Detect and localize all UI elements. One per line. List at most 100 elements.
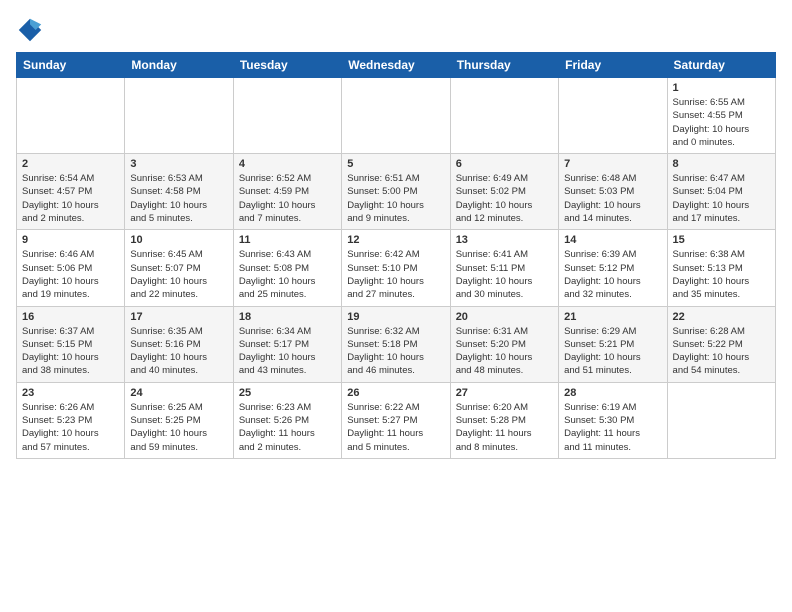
day-number: 28 [564,387,661,399]
calendar-week-row: 16 Sunrise: 6:37 AM Sunset: 5:15 PM Dayli… [17,306,776,382]
day-number: 25 [239,387,336,399]
calendar-table: SundayMondayTuesdayWednesdayThursdayFrid… [16,52,776,459]
calendar-cell: 10 Sunrise: 6:45 AM Sunset: 5:07 PM Dayli… [125,230,233,306]
calendar-cell [125,78,233,154]
day-info: Sunrise: 6:54 AM Sunset: 4:57 PM Dayligh… [22,172,119,225]
day-info: Sunrise: 6:43 AM Sunset: 5:08 PM Dayligh… [239,248,336,301]
calendar-cell [233,78,341,154]
day-number: 3 [130,158,227,170]
day-number: 8 [673,158,770,170]
day-info: Sunrise: 6:26 AM Sunset: 5:23 PM Dayligh… [22,401,119,454]
calendar-cell: 17 Sunrise: 6:35 AM Sunset: 5:16 PM Dayli… [125,306,233,382]
day-info: Sunrise: 6:19 AM Sunset: 5:30 PM Dayligh… [564,401,661,454]
day-number: 2 [22,158,119,170]
day-info: Sunrise: 6:46 AM Sunset: 5:06 PM Dayligh… [22,248,119,301]
logo-icon [16,16,44,44]
calendar-cell: 1Sunrise: 6:55 AM Sunset: 4:55 PM Daylig… [667,78,775,154]
calendar-week-row: 23 Sunrise: 6:26 AM Sunset: 5:23 PM Dayli… [17,382,776,458]
calendar-cell: 28 Sunrise: 6:19 AM Sunset: 5:30 PM Dayli… [559,382,667,458]
day-number: 12 [347,234,444,246]
calendar-cell: 26 Sunrise: 6:22 AM Sunset: 5:27 PM Dayli… [342,382,450,458]
day-number: 20 [456,311,553,323]
calendar-cell: 12 Sunrise: 6:42 AM Sunset: 5:10 PM Dayli… [342,230,450,306]
calendar-cell: 6 Sunrise: 6:49 AM Sunset: 5:02 PM Daylig… [450,154,558,230]
day-number: 24 [130,387,227,399]
calendar-cell: 8 Sunrise: 6:47 AM Sunset: 5:04 PM Daylig… [667,154,775,230]
day-info: Sunrise: 6:28 AM Sunset: 5:22 PM Dayligh… [673,325,770,378]
calendar-cell: 20 Sunrise: 6:31 AM Sunset: 5:20 PM Dayli… [450,306,558,382]
day-number: 14 [564,234,661,246]
day-info: Sunrise: 6:41 AM Sunset: 5:11 PM Dayligh… [456,248,553,301]
day-number: 6 [456,158,553,170]
calendar-cell: 13 Sunrise: 6:41 AM Sunset: 5:11 PM Dayli… [450,230,558,306]
calendar-cell: 2 Sunrise: 6:54 AM Sunset: 4:57 PM Daylig… [17,154,125,230]
day-of-week-header: Thursday [450,53,558,78]
calendar-cell [667,382,775,458]
calendar-week-row: 9 Sunrise: 6:46 AM Sunset: 5:06 PM Daylig… [17,230,776,306]
calendar-cell: 9 Sunrise: 6:46 AM Sunset: 5:06 PM Daylig… [17,230,125,306]
day-number: 23 [22,387,119,399]
day-number: 18 [239,311,336,323]
day-number: 13 [456,234,553,246]
day-info: Sunrise: 6:52 AM Sunset: 4:59 PM Dayligh… [239,172,336,225]
day-info: Sunrise: 6:22 AM Sunset: 5:27 PM Dayligh… [347,401,444,454]
calendar-cell: 15 Sunrise: 6:38 AM Sunset: 5:13 PM Dayli… [667,230,775,306]
day-of-week-header: Wednesday [342,53,450,78]
day-number: 15 [673,234,770,246]
calendar-cell [559,78,667,154]
day-info: Sunrise: 6:38 AM Sunset: 5:13 PM Dayligh… [673,248,770,301]
day-number: 16 [22,311,119,323]
day-info: Sunrise: 6:49 AM Sunset: 5:02 PM Dayligh… [456,172,553,225]
calendar-cell: 25Sunrise: 6:23 AM Sunset: 5:26 PM Dayli… [233,382,341,458]
page-header [16,16,776,44]
calendar-week-row: 1Sunrise: 6:55 AM Sunset: 4:55 PM Daylig… [17,78,776,154]
day-number: 9 [22,234,119,246]
calendar-cell: 21 Sunrise: 6:29 AM Sunset: 5:21 PM Dayli… [559,306,667,382]
day-number: 22 [673,311,770,323]
calendar-cell: 18 Sunrise: 6:34 AM Sunset: 5:17 PM Dayli… [233,306,341,382]
day-number: 27 [456,387,553,399]
calendar-cell: 24Sunrise: 6:25 AM Sunset: 5:25 PM Dayli… [125,382,233,458]
day-number: 10 [130,234,227,246]
day-number: 5 [347,158,444,170]
day-info: Sunrise: 6:20 AM Sunset: 5:28 PM Dayligh… [456,401,553,454]
calendar-cell: 3 Sunrise: 6:53 AM Sunset: 4:58 PM Daylig… [125,154,233,230]
logo [16,16,48,44]
day-number: 11 [239,234,336,246]
calendar-cell [17,78,125,154]
day-number: 4 [239,158,336,170]
calendar-cell: 23 Sunrise: 6:26 AM Sunset: 5:23 PM Dayli… [17,382,125,458]
calendar-cell: 7Sunrise: 6:48 AM Sunset: 5:03 PM Daylig… [559,154,667,230]
day-info: Sunrise: 6:47 AM Sunset: 5:04 PM Dayligh… [673,172,770,225]
calendar-cell: 22 Sunrise: 6:28 AM Sunset: 5:22 PM Dayli… [667,306,775,382]
day-info: Sunrise: 6:51 AM Sunset: 5:00 PM Dayligh… [347,172,444,225]
day-info: Sunrise: 6:55 AM Sunset: 4:55 PM Dayligh… [673,96,770,149]
day-of-week-header: Friday [559,53,667,78]
calendar-cell: 5 Sunrise: 6:51 AM Sunset: 5:00 PM Daylig… [342,154,450,230]
calendar-cell: 19Sunrise: 6:32 AM Sunset: 5:18 PM Dayli… [342,306,450,382]
calendar-cell [450,78,558,154]
calendar-cell: 14 Sunrise: 6:39 AM Sunset: 5:12 PM Dayli… [559,230,667,306]
day-number: 26 [347,387,444,399]
day-info: Sunrise: 6:37 AM Sunset: 5:15 PM Dayligh… [22,325,119,378]
calendar-cell: 16 Sunrise: 6:37 AM Sunset: 5:15 PM Dayli… [17,306,125,382]
day-info: Sunrise: 6:32 AM Sunset: 5:18 PM Dayligh… [347,325,444,378]
day-of-week-header: Saturday [667,53,775,78]
day-info: Sunrise: 6:31 AM Sunset: 5:20 PM Dayligh… [456,325,553,378]
day-number: 21 [564,311,661,323]
day-info: Sunrise: 6:45 AM Sunset: 5:07 PM Dayligh… [130,248,227,301]
day-info: Sunrise: 6:29 AM Sunset: 5:21 PM Dayligh… [564,325,661,378]
calendar-cell [342,78,450,154]
day-number: 17 [130,311,227,323]
calendar-week-row: 2 Sunrise: 6:54 AM Sunset: 4:57 PM Daylig… [17,154,776,230]
day-info: Sunrise: 6:34 AM Sunset: 5:17 PM Dayligh… [239,325,336,378]
day-info: Sunrise: 6:42 AM Sunset: 5:10 PM Dayligh… [347,248,444,301]
day-number: 7 [564,158,661,170]
calendar-header-row: SundayMondayTuesdayWednesdayThursdayFrid… [17,53,776,78]
calendar-cell: 4 Sunrise: 6:52 AM Sunset: 4:59 PM Daylig… [233,154,341,230]
day-of-week-header: Tuesday [233,53,341,78]
day-info: Sunrise: 6:53 AM Sunset: 4:58 PM Dayligh… [130,172,227,225]
day-info: Sunrise: 6:35 AM Sunset: 5:16 PM Dayligh… [130,325,227,378]
day-info: Sunrise: 6:39 AM Sunset: 5:12 PM Dayligh… [564,248,661,301]
calendar-cell: 11 Sunrise: 6:43 AM Sunset: 5:08 PM Dayli… [233,230,341,306]
